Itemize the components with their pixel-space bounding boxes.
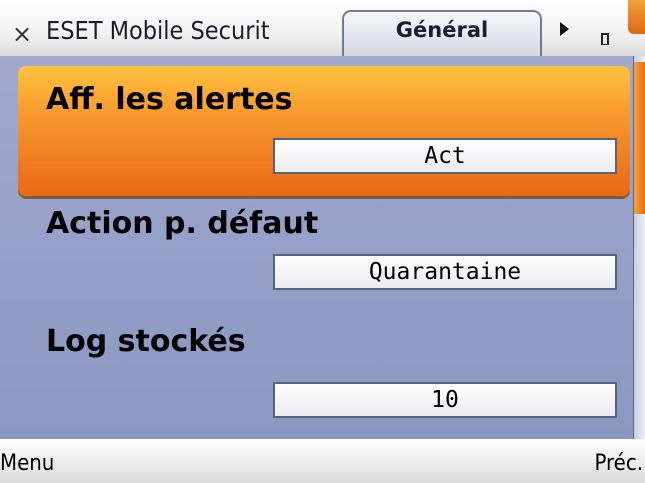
setting-value-field[interactable]: Act bbox=[273, 138, 617, 174]
setting-item-show-alerts[interactable]: Aff. les alertes Act bbox=[18, 66, 630, 196]
setting-value-field[interactable]: 10 bbox=[273, 382, 617, 418]
setting-label: Action p. défaut bbox=[46, 206, 319, 241]
setting-value-field[interactable]: Quarantaine bbox=[273, 254, 617, 290]
setting-label: Aff. les alertes bbox=[46, 82, 293, 117]
menu-softkey[interactable]: Menu bbox=[0, 449, 54, 479]
tab-general[interactable]: Général bbox=[342, 10, 542, 56]
small-box-icon bbox=[601, 33, 609, 45]
back-softkey[interactable]: Préc. bbox=[594, 449, 643, 479]
setting-item-default-action[interactable]: Action p. défaut Quarantaine bbox=[18, 196, 630, 326]
close-icon[interactable]: × bbox=[12, 22, 32, 46]
title-bar: × ESET Mobile Securit Général bbox=[0, 0, 645, 56]
setting-label: Log stockés bbox=[46, 324, 246, 359]
scrollbar[interactable] bbox=[633, 56, 645, 439]
scroll-thumb[interactable] bbox=[634, 62, 645, 214]
softkey-bar: Menu Préc. bbox=[0, 439, 645, 483]
app-title: ESET Mobile Securit bbox=[46, 16, 270, 45]
corner-accent bbox=[628, 0, 645, 34]
arrow-right-icon[interactable] bbox=[560, 22, 569, 36]
setting-item-stored-logs[interactable]: Log stockés 10 bbox=[18, 308, 630, 438]
settings-list: Aff. les alertes Act Action p. défaut Qu… bbox=[0, 56, 645, 439]
